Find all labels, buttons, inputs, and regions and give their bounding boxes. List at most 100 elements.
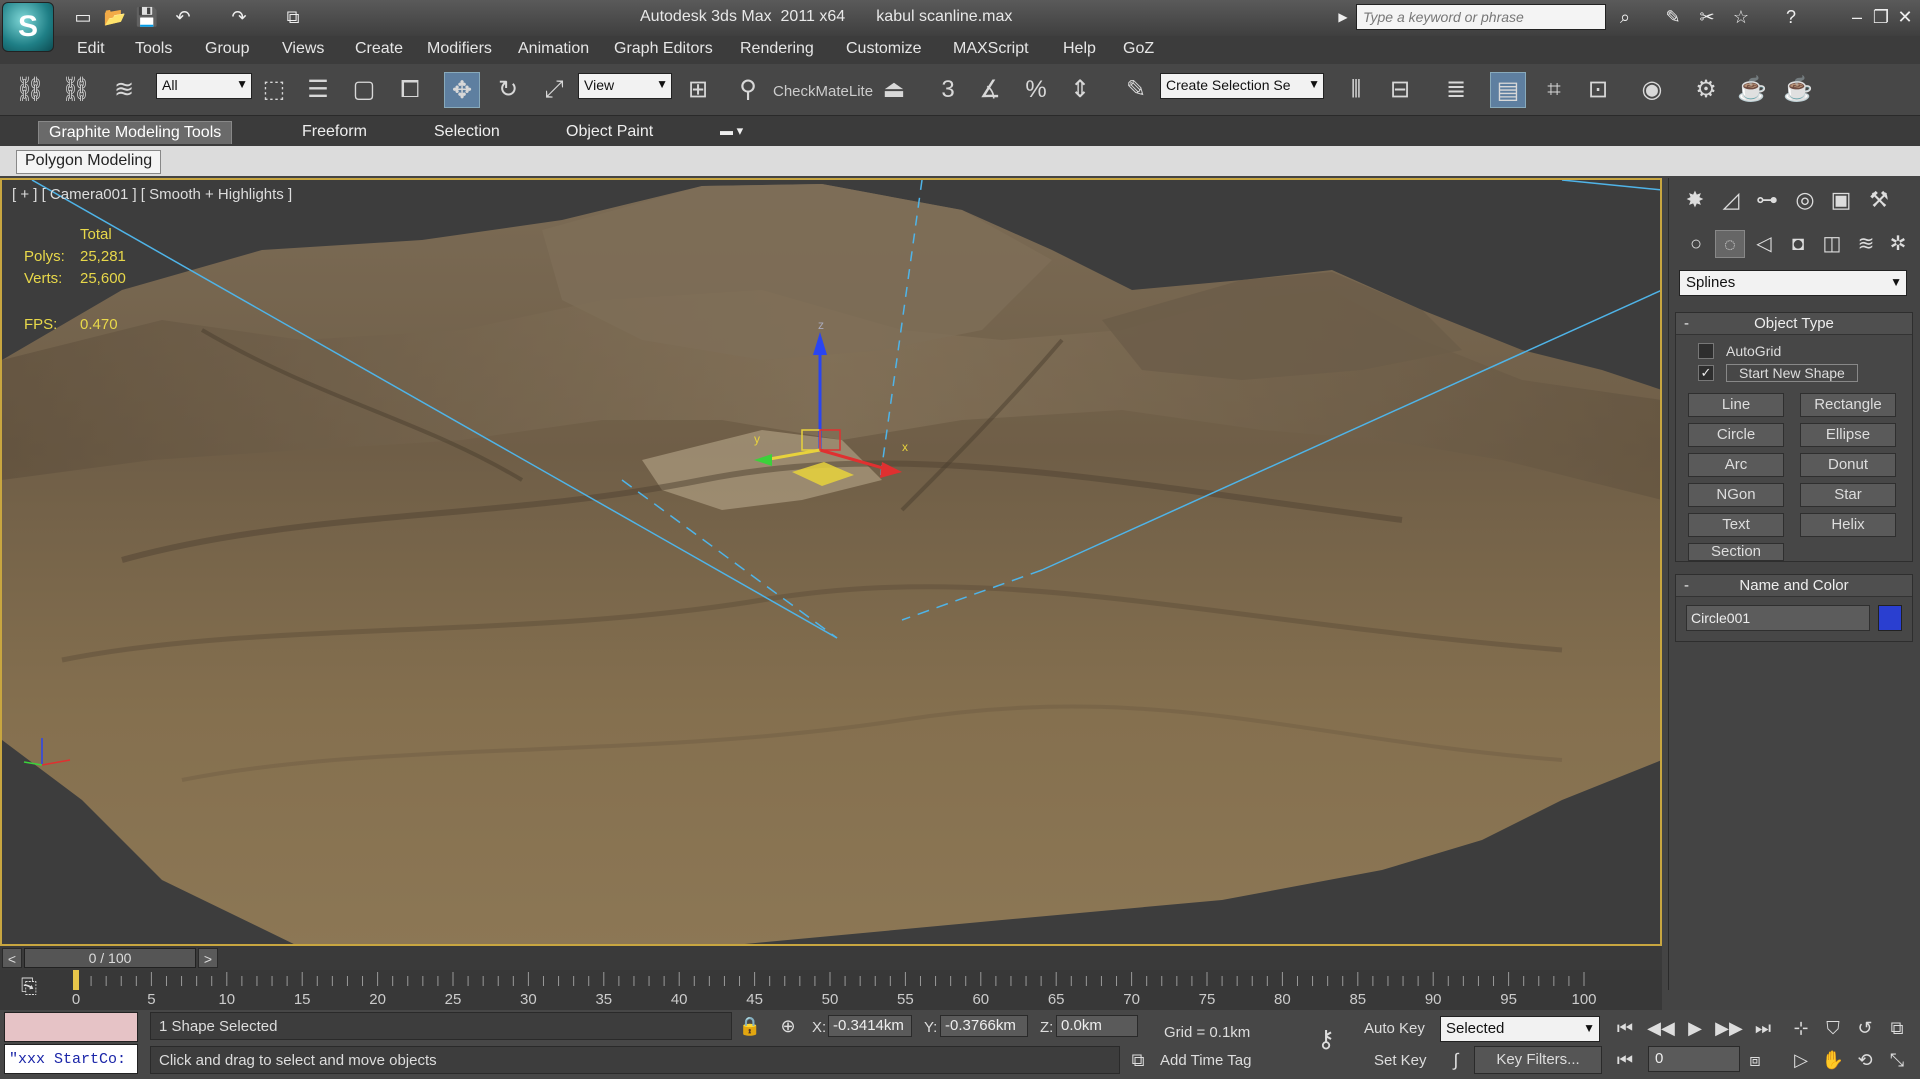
absolute-mode-icon[interactable]: ⊕ bbox=[774, 1012, 802, 1040]
undo-icon[interactable]: ↶ bbox=[170, 5, 196, 29]
select-and-scale-icon[interactable]: ⤢ bbox=[536, 72, 572, 108]
edit-named-selection-icon[interactable]: ✎ bbox=[1118, 72, 1154, 108]
viewport-label[interactable]: [ + ] [ Camera001 ] [ Smooth + Highlight… bbox=[12, 186, 292, 203]
tab-object-paint[interactable]: Object Paint bbox=[556, 121, 663, 143]
set-key-button[interactable]: Set Key bbox=[1374, 1052, 1427, 1069]
key-tangent-icon[interactable]: ∫ bbox=[1442, 1046, 1470, 1074]
binoculars-icon[interactable]: ⌕ bbox=[1612, 5, 1638, 29]
menu-customize[interactable]: Customize bbox=[846, 40, 922, 58]
menu-goz[interactable]: GoZ bbox=[1123, 40, 1154, 58]
menu-animation[interactable]: Animation bbox=[518, 40, 589, 58]
project-folder-icon[interactable]: ⧉ bbox=[280, 5, 306, 29]
next-frame-icon[interactable]: ▶▶ bbox=[1714, 1014, 1744, 1042]
section-button[interactable]: Section bbox=[1688, 543, 1784, 561]
rectangle-button[interactable]: Rectangle bbox=[1800, 393, 1896, 417]
cameras-icon[interactable]: ◘ bbox=[1783, 230, 1813, 258]
time-tag-icon[interactable]: ⧉ bbox=[1124, 1046, 1152, 1074]
close-icon[interactable]: ✕ bbox=[1892, 5, 1918, 29]
reference-coordinate-dropdown[interactable]: View ▼ bbox=[578, 73, 672, 99]
menu-create[interactable]: Create bbox=[355, 40, 403, 58]
menu-tools[interactable]: Tools bbox=[135, 40, 172, 58]
add-time-tag[interactable]: Add Time Tag bbox=[1160, 1052, 1251, 1069]
menu-modifiers[interactable]: Modifiers bbox=[427, 40, 492, 58]
maxscript-listener-output[interactable] bbox=[4, 1012, 138, 1042]
search-input[interactable]: Type a keyword or phrase bbox=[1356, 4, 1606, 30]
object-name-field[interactable]: Circle001 bbox=[1686, 605, 1870, 631]
ellipse-button[interactable]: Ellipse bbox=[1800, 423, 1896, 447]
geometry-icon[interactable]: ○ bbox=[1681, 230, 1711, 258]
donut-button[interactable]: Donut bbox=[1800, 453, 1896, 477]
tab-polygon-modeling[interactable]: Polygon Modeling bbox=[16, 150, 162, 174]
play-icon[interactable]: ▶ bbox=[1680, 1014, 1710, 1042]
go-to-end-icon[interactable]: ⏭ bbox=[1748, 1014, 1778, 1042]
display-tab-icon[interactable]: ▣ bbox=[1825, 184, 1857, 216]
pivot-center-icon[interactable]: ⊞ bbox=[680, 72, 716, 108]
window-crossing-icon[interactable]: ⧠ bbox=[392, 72, 428, 108]
modify-tab-icon[interactable]: ◿ bbox=[1715, 184, 1747, 216]
named-selection-dropdown[interactable]: Create Selection Se ▼ bbox=[1160, 73, 1324, 99]
align-icon[interactable]: ⊟ bbox=[1382, 72, 1418, 108]
menu-edit[interactable]: Edit bbox=[77, 40, 105, 58]
circle-button[interactable]: Circle bbox=[1688, 423, 1784, 447]
text-button[interactable]: Text bbox=[1688, 513, 1784, 537]
angle-snap-icon[interactable]: ∡ bbox=[972, 72, 1008, 108]
y-coord-field[interactable]: -0.3766km bbox=[940, 1015, 1028, 1037]
lights-icon[interactable]: ◁ bbox=[1749, 230, 1779, 258]
object-color-swatch[interactable] bbox=[1878, 605, 1902, 631]
helpers-icon[interactable]: ◫ bbox=[1817, 230, 1847, 258]
save-icon[interactable]: 💾 bbox=[134, 5, 160, 29]
hierarchy-tab-icon[interactable]: ⊶ bbox=[1751, 184, 1783, 216]
curve-editor-icon[interactable]: ⌗ bbox=[1536, 72, 1572, 108]
menu-rendering[interactable]: Rendering bbox=[740, 40, 814, 58]
zoom-icon[interactable]: ⊹ bbox=[1786, 1014, 1816, 1042]
minimize-icon[interactable]: – bbox=[1844, 5, 1870, 29]
menu-help[interactable]: Help bbox=[1063, 40, 1096, 58]
info-arrow-icon[interactable]: ▶ bbox=[1330, 5, 1356, 29]
ngon-button[interactable]: NGon bbox=[1688, 483, 1784, 507]
current-frame-field[interactable]: 0 bbox=[1648, 1046, 1740, 1072]
rendered-frame-window-icon[interactable]: ☕ bbox=[1734, 72, 1770, 108]
checkmate-label[interactable]: CheckMateLite bbox=[773, 83, 873, 100]
layer-manager-icon[interactable]: ≣ bbox=[1438, 72, 1474, 108]
field-of-view-icon[interactable]: ▷ bbox=[1786, 1046, 1816, 1074]
percent-snap-icon[interactable]: % bbox=[1018, 72, 1054, 108]
app-logo-icon[interactable]: S bbox=[2, 2, 54, 52]
redo-icon[interactable]: ↷ bbox=[226, 5, 252, 29]
arc-button[interactable]: Arc bbox=[1688, 453, 1784, 477]
systems-icon[interactable]: ✲ bbox=[1883, 230, 1913, 258]
current-frame-marker[interactable] bbox=[73, 970, 79, 990]
shapes-icon[interactable]: ◌ bbox=[1715, 230, 1745, 258]
select-and-link-icon[interactable]: ⛓ bbox=[12, 72, 48, 108]
restore-icon[interactable]: ❐ bbox=[1868, 5, 1894, 29]
key-filters-button[interactable]: Key Filters... bbox=[1474, 1046, 1602, 1074]
time-configuration-icon[interactable]: ⧈ bbox=[1740, 1046, 1770, 1074]
select-object-icon[interactable]: ⬚ bbox=[256, 72, 292, 108]
new-file-icon[interactable]: ▭ bbox=[70, 5, 96, 29]
helix-button[interactable]: Helix bbox=[1800, 513, 1896, 537]
time-next-icon[interactable]: > bbox=[198, 948, 218, 968]
auto-key-button[interactable]: Auto Key bbox=[1364, 1020, 1425, 1037]
object-type-header[interactable]: - Object Type bbox=[1676, 313, 1912, 335]
schematic-view-icon[interactable]: ⊡ bbox=[1580, 72, 1616, 108]
go-to-start-icon[interactable]: ⏮ bbox=[1610, 1014, 1640, 1042]
space-warps-icon[interactable]: ≋ bbox=[1851, 230, 1881, 258]
z-coord-field[interactable]: 0.0km bbox=[1056, 1015, 1138, 1037]
bind-space-warp-icon[interactable]: ≋ bbox=[106, 72, 142, 108]
star-button[interactable]: Star bbox=[1800, 483, 1896, 507]
key-mode-toggle-icon[interactable]: ⏮ bbox=[1610, 1046, 1640, 1074]
track-bar[interactable]: ⎘ 0 5 10 15 20 25 30 35 40 45 50 55 60 65 70 75 80 85 90 95… bbox=[0, 970, 1662, 1010]
motion-tab-icon[interactable]: ◎ bbox=[1789, 184, 1821, 216]
time-slider[interactable]: < 0 / 100 > bbox=[0, 946, 1662, 970]
rectangular-selection-icon[interactable]: ▢ bbox=[346, 72, 382, 108]
tab-selection[interactable]: Selection bbox=[424, 121, 510, 143]
start-new-shape-checkbox[interactable]: ✓ Start New Shape bbox=[1698, 364, 1858, 382]
create-tab-icon[interactable]: ✸ bbox=[1679, 184, 1711, 216]
menu-group[interactable]: Group bbox=[205, 40, 249, 58]
maxscript-mini-listener[interactable]: "xxx StartCo: bbox=[4, 1044, 138, 1074]
render-production-icon[interactable]: ☕ bbox=[1780, 72, 1816, 108]
autogrid-checkbox[interactable]: AutoGrid bbox=[1698, 343, 1781, 359]
orbit-icon[interactable]: ↺ bbox=[1850, 1014, 1880, 1042]
menu-views[interactable]: Views bbox=[282, 40, 324, 58]
spinner-snap-icon[interactable]: ⇕ bbox=[1062, 72, 1098, 108]
time-slider-thumb[interactable]: 0 / 100 bbox=[24, 948, 196, 968]
